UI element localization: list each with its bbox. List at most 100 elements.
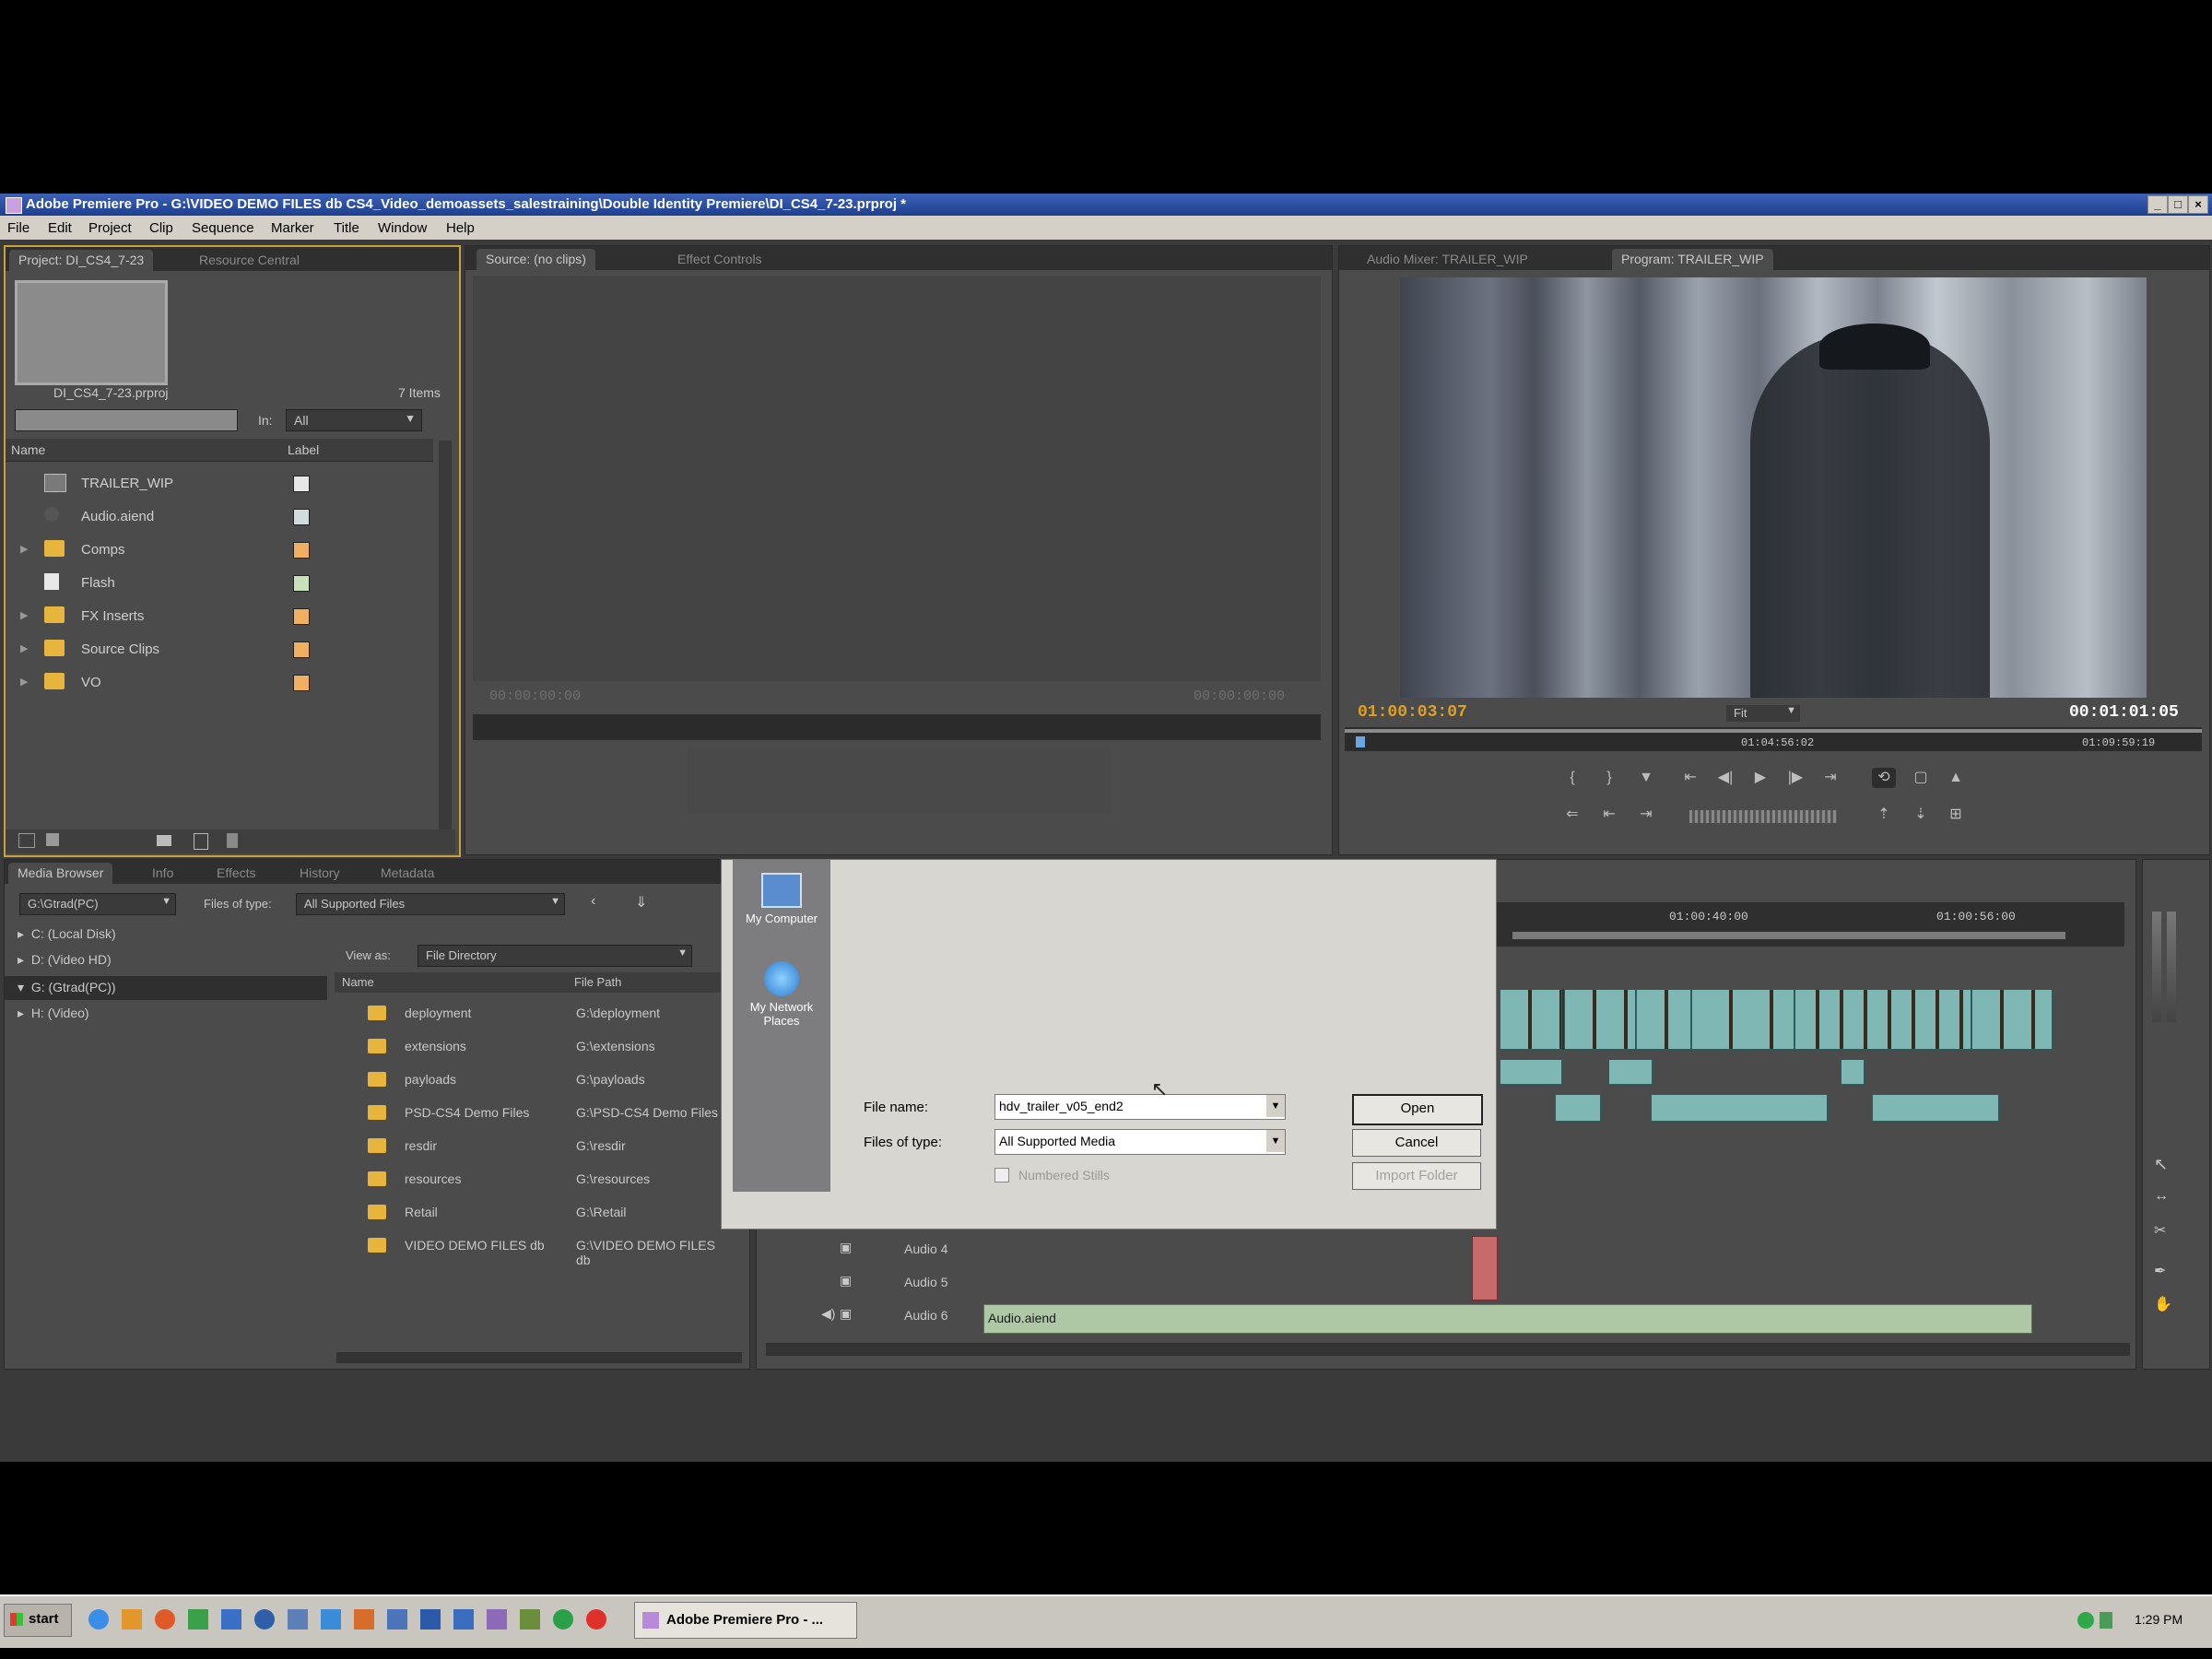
quick-launch-icon[interactable] [254, 1609, 275, 1630]
work-area-bar[interactable] [1512, 932, 2065, 939]
quick-launch-icon[interactable] [453, 1609, 474, 1630]
audio-track-row[interactable]: ▣ Audio 5 [775, 1269, 978, 1297]
project-item[interactable]: Audio.aiend [6, 501, 429, 533]
playhead-icon[interactable] [1356, 736, 1365, 747]
expand-triangle-icon[interactable]: ▶ [20, 642, 28, 654]
source-timecode-current[interactable]: 00:00:00:00 [489, 688, 581, 704]
new-item-icon[interactable] [194, 833, 208, 850]
go-to-prev-edit-icon[interactable]: ⇤ [1597, 805, 1621, 825]
video-clip[interactable] [1564, 989, 1636, 1050]
video-clip[interactable] [1971, 989, 2053, 1050]
project-search-input[interactable] [15, 409, 238, 431]
safe-margins-icon[interactable]: ▢ [1909, 768, 1933, 788]
project-item[interactable]: ▶ FX Inserts [6, 601, 429, 632]
file-row[interactable]: Retail G:\Retail [335, 1201, 722, 1227]
drive-item[interactable]: ▾ G: (Gtrad(PC)) [5, 976, 327, 1000]
menu-marker[interactable]: Marker [271, 220, 314, 236]
taskbar-item-premiere[interactable]: Adobe Premiere Pro - ... [634, 1602, 857, 1639]
new-bin-icon[interactable] [157, 835, 171, 846]
start-button[interactable]: start [4, 1604, 72, 1637]
maximize-button[interactable]: □ [2168, 195, 2188, 214]
list-view-icon[interactable] [18, 833, 35, 848]
timeline-scrollbar[interactable] [766, 1343, 2130, 1356]
file-row[interactable]: resdir G:\resdir [335, 1135, 722, 1160]
cancel-button[interactable]: Cancel [1352, 1129, 1481, 1157]
program-ruler[interactable]: 01:04:56:02 01:09:59:19 [1345, 727, 2202, 751]
in-dropdown[interactable]: All ▼ [286, 409, 422, 431]
tab-program[interactable]: Program: TRAILER_WIP [1612, 249, 1773, 270]
tab-info[interactable]: Info [143, 863, 182, 884]
set-in-icon[interactable]: { [1560, 768, 1584, 788]
audio-track-row[interactable]: ▣ Audio 4 [775, 1236, 978, 1264]
project-item[interactable]: Flash [6, 568, 429, 599]
tab-metadata[interactable]: Metadata [371, 863, 443, 884]
play-icon[interactable]: ▶ [1748, 768, 1772, 788]
tab-resource-central[interactable]: Resource Central [190, 250, 309, 271]
expand-triangle-icon[interactable]: ▶ [20, 543, 28, 555]
video-clip[interactable] [1794, 989, 1971, 1050]
clock[interactable]: 1:29 PM [2135, 1612, 2183, 1627]
project-item[interactable]: ▶ Source Clips [6, 634, 429, 665]
quick-launch-icon[interactable] [155, 1609, 175, 1630]
quick-launch-icon[interactable] [354, 1609, 374, 1630]
tab-project[interactable]: Project: DI_CS4_7-23 [9, 250, 154, 271]
speaker-icon[interactable]: ▣ [840, 1240, 852, 1255]
source-ruler[interactable] [473, 714, 1321, 740]
lift-icon[interactable]: ⇡ [1872, 805, 1896, 825]
open-button[interactable]: Open [1352, 1094, 1483, 1125]
loop-icon[interactable]: ⟲ [1872, 768, 1896, 788]
file-row[interactable]: PSD-CS4 Demo Files G:\PSD-CS4 Demo Files [335, 1101, 722, 1127]
video-clip[interactable] [1872, 1094, 1999, 1122]
video-clip[interactable] [1841, 1059, 1865, 1085]
selection-tool-icon[interactable]: ↖ [2154, 1155, 2168, 1174]
quick-launch-icon[interactable] [88, 1609, 109, 1630]
network-tray-icon[interactable] [2077, 1612, 2094, 1629]
chevron-down-icon[interactable]: ▼ [1266, 1095, 1285, 1117]
file-name-input[interactable]: hdv_trailer_v05_end2 ▼ [994, 1094, 1286, 1120]
go-to-in-icon[interactable]: ⇤ [1678, 768, 1702, 788]
file-row[interactable]: payloads G:\payloads [335, 1068, 722, 1094]
import-folder-button[interactable]: Import Folder [1352, 1162, 1481, 1190]
audio-clip[interactable]: Audio.aiend [983, 1304, 2032, 1334]
quick-launch-icon[interactable] [420, 1609, 441, 1630]
column-label[interactable]: Label [288, 442, 319, 457]
network-place[interactable]: My Network Places [738, 961, 825, 1028]
red-audio-clip[interactable] [1472, 1236, 1498, 1300]
tab-history[interactable]: History [290, 863, 349, 884]
speaker-icon[interactable]: ◀) [821, 1306, 835, 1322]
audio-track-row[interactable]: ◀) ▣ Audio 6 [775, 1302, 978, 1330]
menu-clip[interactable]: Clip [149, 220, 173, 236]
drive-dropdown[interactable]: G:\Gtrad(PC) ▼ [19, 893, 176, 915]
pen-tool-icon[interactable]: ✒ [2154, 1262, 2166, 1280]
project-item[interactable]: ▶ VO [6, 667, 429, 699]
my-computer-place[interactable]: My Computer [738, 873, 825, 925]
marker-icon[interactable]: ▼ [1634, 768, 1658, 788]
minimize-button[interactable]: _ [2147, 195, 2168, 214]
quick-launch-icon[interactable] [288, 1609, 308, 1630]
menu-edit[interactable]: Edit [48, 220, 72, 236]
numbered-stills-checkbox[interactable] [994, 1168, 1009, 1182]
menu-sequence[interactable]: Sequence [192, 220, 254, 236]
quick-launch-icon[interactable] [122, 1609, 142, 1630]
video-clip[interactable] [1691, 989, 1794, 1050]
quick-launch-icon[interactable] [520, 1609, 540, 1630]
files-of-type-select[interactable]: All Supported Media ▼ [994, 1129, 1286, 1155]
extract-icon[interactable]: ⇣ [1909, 805, 1933, 825]
menu-file[interactable]: File [7, 220, 29, 236]
drive-item[interactable]: ▸ D: (Video HD) [18, 952, 112, 968]
razor-tool-icon[interactable]: ✂ [2154, 1221, 2166, 1240]
column-file-path[interactable]: File Path [574, 975, 621, 989]
tab-source[interactable]: Source: (no clips) [477, 249, 595, 270]
file-row[interactable]: resources G:\resources [335, 1168, 722, 1194]
shuttle-left-icon[interactable]: ⇐ [1560, 805, 1584, 825]
project-item[interactable]: ▶ Comps [6, 535, 429, 566]
quick-launch-icon[interactable] [221, 1609, 241, 1630]
set-out-icon[interactable]: } [1597, 768, 1621, 788]
drive-item[interactable]: ▸ H: (Video) [18, 1006, 89, 1021]
file-row[interactable]: deployment G:\deployment [335, 1002, 722, 1028]
menu-help[interactable]: Help [446, 220, 475, 236]
speaker-icon[interactable]: ▣ [840, 1273, 852, 1288]
video-clip[interactable] [1500, 989, 1562, 1050]
drive-item[interactable]: ▸ C: (Local Disk) [18, 926, 116, 942]
quick-launch-icon[interactable] [553, 1609, 573, 1630]
